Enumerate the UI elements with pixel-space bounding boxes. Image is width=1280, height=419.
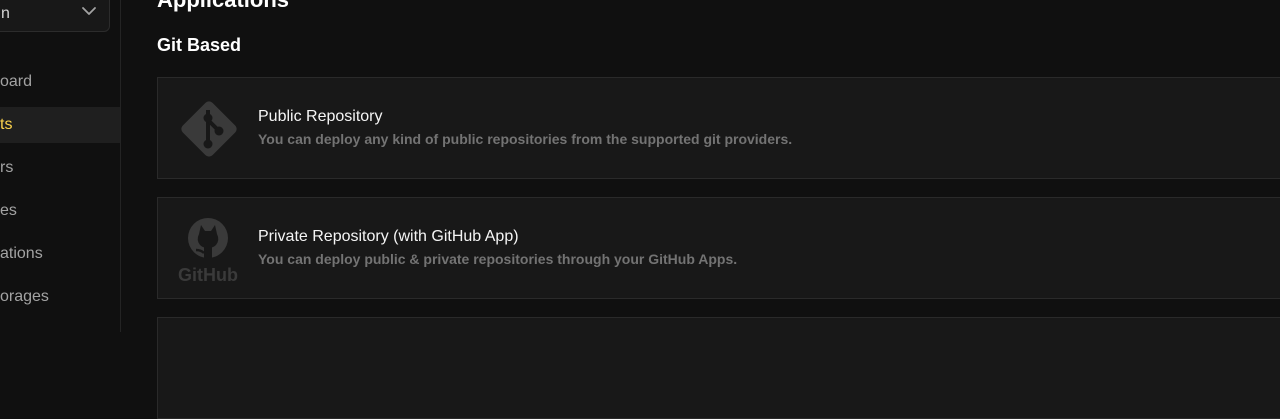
sidebar-item-servers[interactable]: rs [0,150,120,186]
github-wordmark: GitHub [178,265,238,284]
sidebar-item-label: rs [0,159,14,176]
sidebar-item-storages[interactable]: orages [0,279,120,315]
team-select[interactable]: n [0,0,110,32]
public-repository-card[interactable]: Public Repository You can deploy any kin… [157,77,1280,179]
sidebar-item-projects[interactable]: ts [0,107,120,143]
next-option-card[interactable] [157,317,1280,419]
page-title: Applications [157,0,289,14]
sidebar-item-label: es [0,202,17,219]
section-title: Git Based [157,35,242,55]
card-title: Public Repository [258,108,383,125]
sidebar-item-label: orages [0,288,49,305]
sidebar-item-label: ts [0,116,13,133]
card-description: You can deploy public & private reposito… [258,251,738,267]
card-title: Private Repository (with GitHub App) [258,228,519,245]
main-content: Applications Git Based Public Repository… [121,0,1280,419]
sidebar-item-dashboard[interactable]: oard [0,64,120,100]
chevron-down-icon [82,7,96,15]
sidebar-item-label: ations [0,245,43,262]
github-icon: GitHub [178,218,238,284]
sidebar-item-label: oard [0,73,33,90]
git-icon [181,101,237,157]
private-repository-github-app-card[interactable]: GitHub Private Repository (with GitHub A… [157,197,1280,299]
sidebar: n oard ts rs es ations orages [0,0,121,332]
sidebar-item-sources[interactable]: es [0,193,120,229]
sidebar-item-destinations[interactable]: ations [0,236,120,272]
team-select-value: n [1,5,10,22]
card-description: You can deploy any kind of public reposi… [258,131,793,147]
